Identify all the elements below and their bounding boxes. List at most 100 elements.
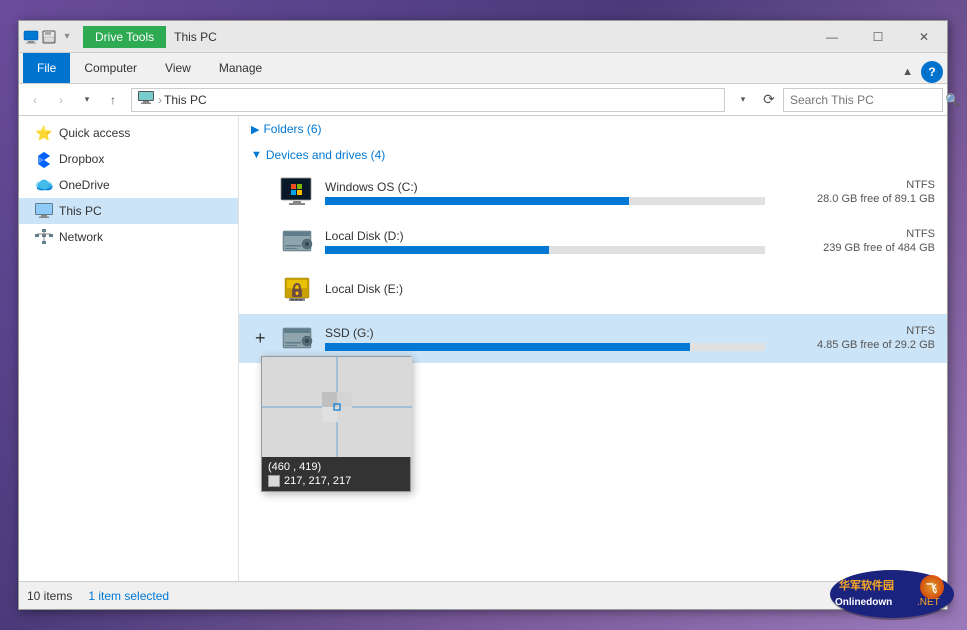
minimize-button[interactable]: — xyxy=(809,21,855,53)
devices-section-header[interactable]: ▼ Devices and drives (4) xyxy=(239,142,947,168)
address-path[interactable]: › This PC xyxy=(131,88,725,112)
onedrive-icon xyxy=(35,176,53,194)
drive-g-progress-bg xyxy=(325,343,765,351)
folders-section-header[interactable]: ▶ Folders (6) xyxy=(239,116,947,142)
tab-manage[interactable]: Manage xyxy=(205,53,276,83)
folders-label: Folders (6) xyxy=(263,122,321,136)
drive-c-progress-fill xyxy=(325,197,629,205)
sidebar-item-dropbox[interactable]: Dropbox xyxy=(19,146,238,172)
forward-button[interactable]: › xyxy=(49,88,73,112)
search-icon[interactable]: 🔍 xyxy=(945,93,960,107)
selected-count: 1 item selected xyxy=(88,589,169,603)
drive-c-name: Windows OS (C:) xyxy=(325,180,765,194)
path-arrow: › xyxy=(158,93,162,107)
svg-text:Onlinedown: Onlinedown xyxy=(835,597,892,608)
color-preview-canvas xyxy=(262,357,412,457)
svg-text:.NET: .NET xyxy=(917,597,940,608)
close-button[interactable]: ✕ xyxy=(901,21,947,53)
status-bar: 10 items 1 item selected ⊞ ☰ xyxy=(19,581,947,609)
drive-c-icon xyxy=(279,174,315,210)
search-input[interactable] xyxy=(790,93,945,107)
color-picker-preview: (460 , 419) 217, 217, 217 xyxy=(261,356,411,492)
tab-view[interactable]: View xyxy=(151,53,205,83)
sidebar-item-label: Dropbox xyxy=(59,152,104,166)
file-area: ▶ Folders (6) ▼ Devices and drives (4) xyxy=(239,116,947,581)
ribbon: File Computer View Manage ▲ ? xyxy=(19,53,947,84)
drive-tools-tab[interactable]: Drive Tools xyxy=(83,26,166,48)
drive-d-info: Local Disk (D:) xyxy=(325,229,765,254)
drive-g-icon xyxy=(279,320,315,356)
address-bar: ‹ › ▾ ↑ › This PC ▾ ⟳ 🔍 xyxy=(19,84,947,116)
sidebar-item-quick-access[interactable]: ⭐ Quick access xyxy=(19,120,238,146)
refresh-button[interactable]: ⟳ xyxy=(757,88,781,112)
drive-g-fs: NTFS xyxy=(775,325,935,337)
drive-c-progress-bg xyxy=(325,197,765,205)
window-controls: — ☐ ✕ xyxy=(809,21,947,53)
recent-button[interactable]: ▾ xyxy=(75,88,99,112)
drive-e[interactable]: Local Disk (E:) xyxy=(239,266,947,314)
drive-d-progress-bg xyxy=(325,246,765,254)
color-preview-swatch: 217, 217, 217 xyxy=(268,475,404,487)
back-button[interactable]: ‹ xyxy=(23,88,47,112)
sidebar: ⭐ Quick access Dropbox xyxy=(19,116,239,581)
drive-d-fs: NTFS xyxy=(775,228,935,240)
drive-g-info: SSD (G:) xyxy=(325,326,765,351)
path-label: This PC xyxy=(164,93,207,107)
drive-c-space: 28.0 GB free of 89.1 GB xyxy=(775,193,935,205)
sidebar-item-label: OneDrive xyxy=(59,178,110,192)
drive-d-space: 239 GB free of 484 GB xyxy=(775,242,935,254)
swatch-color xyxy=(268,475,280,487)
help-button[interactable]: ? xyxy=(921,61,943,83)
path-pc-icon xyxy=(138,91,154,108)
quick-access-icon: ⭐ xyxy=(35,124,53,142)
sidebar-item-onedrive[interactable]: OneDrive xyxy=(19,172,238,198)
drive-e-icon xyxy=(279,272,315,308)
search-box[interactable]: 🔍 xyxy=(783,88,943,112)
drive-d-name: Local Disk (D:) xyxy=(325,229,765,243)
sidebar-item-label: Network xyxy=(59,230,103,244)
drive-c-info: Windows OS (C:) xyxy=(325,180,765,205)
drive-g-progress-fill xyxy=(325,343,690,351)
drive-c[interactable]: Windows OS (C:) NTFS 28.0 GB free of 89.… xyxy=(239,168,947,217)
color-preview-coords: (460 , 419) xyxy=(268,461,404,473)
devices-label: Devices and drives (4) xyxy=(266,148,385,162)
drive-d[interactable]: Local Disk (D:) NTFS 239 GB free of 484 … xyxy=(239,217,947,266)
save-icon[interactable] xyxy=(41,29,57,45)
network-icon xyxy=(35,228,53,246)
drive-d-icon xyxy=(279,223,315,259)
drive-g-space: 4.85 GB free of 29.2 GB xyxy=(775,339,935,351)
drive-e-info: Local Disk (E:) xyxy=(325,282,935,299)
window-icon xyxy=(23,29,39,45)
color-preview-info: (460 , 419) 217, 217, 217 xyxy=(262,457,410,491)
drive-e-name: Local Disk (E:) xyxy=(325,282,935,296)
item-count: 10 items xyxy=(27,589,72,603)
ribbon-collapse-arrow[interactable]: ▲ xyxy=(898,64,917,80)
window-title: This PC xyxy=(174,30,809,44)
dropbox-icon xyxy=(35,150,53,168)
sidebar-item-network[interactable]: Network xyxy=(19,224,238,250)
ribbon-tabs: File Computer View Manage ▲ ? xyxy=(19,53,947,83)
maximize-button[interactable]: ☐ xyxy=(855,21,901,53)
swatch-rgb: 217, 217, 217 xyxy=(284,475,351,487)
drive-g-meta: NTFS 4.85 GB free of 29.2 GB xyxy=(775,325,935,351)
ribbon-right: ▲ ? xyxy=(898,61,943,83)
devices-arrow: ▼ xyxy=(251,149,262,161)
tab-file[interactable]: File xyxy=(23,53,70,83)
drive-g-name: SSD (G:) xyxy=(325,326,765,340)
drive-d-progress-fill xyxy=(325,246,549,254)
svg-text:飞: 飞 xyxy=(926,582,937,595)
quick-icon-3: ▾ xyxy=(59,29,75,45)
watermark: 华军软件园 Onlinedown .NET 飞 xyxy=(827,567,957,622)
sidebar-item-this-pc[interactable]: This PC xyxy=(19,198,238,224)
explorer-window: ▾ Drive Tools This PC — ☐ ✕ File Compute… xyxy=(18,20,948,610)
tab-computer[interactable]: Computer xyxy=(70,53,151,83)
title-bar-quick-icons: ▾ xyxy=(23,29,75,45)
main-content: ⭐ Quick access Dropbox xyxy=(19,116,947,581)
drive-c-fs: NTFS xyxy=(775,179,935,191)
drive-c-meta: NTFS 28.0 GB free of 89.1 GB xyxy=(775,179,935,205)
up-button[interactable]: ↑ xyxy=(101,88,125,112)
title-bar: ▾ Drive Tools This PC — ☐ ✕ xyxy=(19,21,947,53)
svg-text:华军软件园: 华军软件园 xyxy=(839,578,894,592)
this-pc-icon xyxy=(35,202,53,220)
dropdown-arrow[interactable]: ▾ xyxy=(731,88,755,112)
